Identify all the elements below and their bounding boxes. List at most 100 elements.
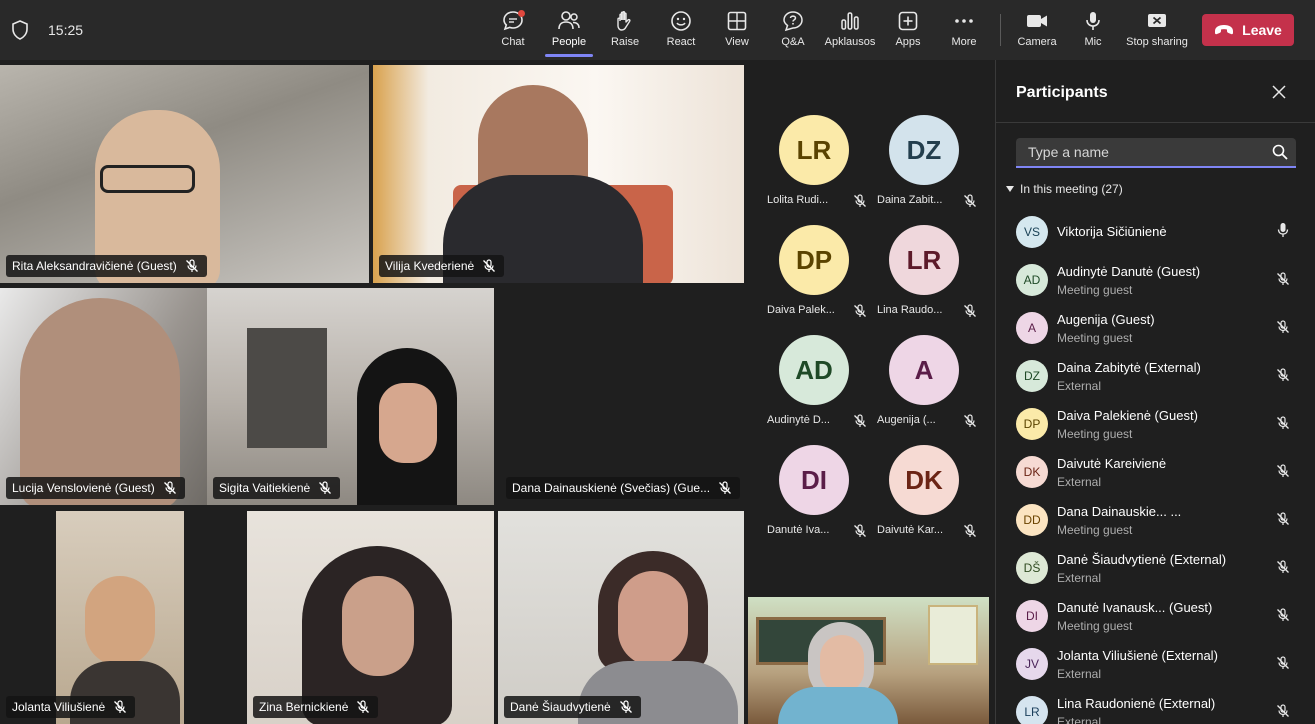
participant-name: Daina Zabit... bbox=[877, 194, 943, 206]
search-input[interactable] bbox=[1016, 138, 1266, 166]
participant-name: Daivutė Kareivienė bbox=[1057, 456, 1167, 471]
view-button[interactable]: View bbox=[709, 8, 765, 56]
participant-row[interactable]: DD Dana Dainauskie... ... Meeting guest bbox=[1016, 504, 1306, 550]
audio-participant-tile[interactable]: LR Lolita Rudi... bbox=[767, 115, 877, 225]
in-meeting-section-toggle[interactable]: In this meeting (27) bbox=[1006, 182, 1123, 196]
participant-role: Meeting guest bbox=[1057, 427, 1133, 441]
audio-participant-tile[interactable]: LR Lina Raudo... bbox=[877, 225, 987, 335]
video-tile-jolanta[interactable]: Jolanta Viliušienė bbox=[0, 511, 243, 724]
avatar: DŠ bbox=[1016, 552, 1048, 584]
mic-off-icon bbox=[1277, 512, 1289, 525]
participant-role: External bbox=[1057, 715, 1102, 724]
video-tile-vilija[interactable]: Vilija Kvederienė bbox=[373, 65, 744, 283]
mic-status bbox=[1276, 560, 1290, 579]
poll-icon bbox=[841, 12, 859, 30]
participant-name: Audinytė Danutė (Guest) bbox=[1057, 264, 1201, 279]
participant-name-tag: Lucija Venslovienė (Guest) bbox=[6, 477, 185, 499]
avatar: DZ bbox=[1016, 360, 1048, 392]
participant-row[interactable]: A Augenija (Guest) Meeting guest bbox=[1016, 312, 1306, 358]
participant-name-tag: Sigita Vaitiekienė bbox=[213, 477, 341, 499]
camera-button[interactable]: Camera bbox=[1009, 8, 1065, 56]
mic-off-icon bbox=[964, 194, 976, 207]
participant-name: Viktorija Sičiūnienė bbox=[1057, 224, 1167, 239]
participant-name-tag: Zina Bernickienė bbox=[253, 696, 379, 718]
chat-button[interactable]: Chat bbox=[485, 8, 541, 56]
participant-row[interactable]: DŠ Danė Šiaudvytienė (External) External bbox=[1016, 552, 1306, 598]
participant-role: Meeting guest bbox=[1057, 619, 1133, 633]
raise-hand-button[interactable]: Raise bbox=[597, 8, 653, 56]
meeting-toolbar: 15:25 Chat People Raise React View Q&A A… bbox=[0, 0, 1315, 60]
polls-button[interactable]: Apklausos bbox=[822, 8, 878, 56]
video-tile-sigita[interactable]: Sigita Vaitiekienė bbox=[207, 288, 494, 505]
mic-off-icon bbox=[1277, 560, 1289, 573]
video-tile-dane[interactable]: Danė Šiaudvytienė bbox=[498, 511, 744, 724]
mic-off-icon bbox=[619, 700, 632, 713]
participant-video-feed bbox=[342, 576, 414, 676]
avatar: DP bbox=[1016, 408, 1048, 440]
video-tile-rita[interactable]: Rita Aleksandravičienė (Guest) bbox=[0, 65, 369, 283]
participant-name: Lina Raudonienė (External) bbox=[1057, 696, 1216, 711]
participant-name: Lina Raudo... bbox=[877, 304, 943, 316]
avatar: DD bbox=[1016, 504, 1048, 536]
audio-participant-tile[interactable]: A Augenija (... bbox=[877, 335, 987, 445]
mic-button[interactable]: Mic bbox=[1065, 8, 1121, 56]
mic-status bbox=[1276, 368, 1290, 387]
mic-off-icon bbox=[1277, 416, 1289, 429]
shield-icon bbox=[12, 20, 28, 40]
participant-row[interactable]: DI Danutė Ivanausk... (Guest) Meeting gues… bbox=[1016, 600, 1306, 646]
avatar: DP bbox=[779, 225, 849, 295]
participant-name: Jolanta Viliušienė (External) bbox=[1057, 648, 1218, 663]
participant-name: Daiva Palekienė (Guest) bbox=[1057, 408, 1198, 423]
participant-row[interactable]: AD Audinytė Danutė (Guest) Meeting guest bbox=[1016, 264, 1306, 310]
react-label: React bbox=[666, 36, 696, 48]
participant-row[interactable]: LR Lina Raudonienė (External) External bbox=[1016, 696, 1306, 724]
participants-panel: Participants In this meeting (27) VS Vikt… bbox=[995, 60, 1315, 724]
react-button[interactable]: React bbox=[653, 8, 709, 56]
mic-off-icon bbox=[854, 414, 866, 427]
avatar: LR bbox=[889, 225, 959, 295]
stop-sharing-button[interactable]: Stop sharing bbox=[1122, 8, 1192, 56]
participant-row[interactable]: JV Jolanta Viliušienė (External) External bbox=[1016, 648, 1306, 694]
audio-participant-tile[interactable]: AD Audinytė D... bbox=[767, 335, 877, 445]
microphone-icon bbox=[1086, 12, 1100, 30]
mic-off-icon bbox=[1277, 608, 1289, 621]
more-button[interactable]: More bbox=[936, 8, 992, 56]
mic-off-icon bbox=[163, 481, 176, 494]
avatar: VS bbox=[1016, 216, 1048, 248]
add-apps-icon bbox=[898, 11, 918, 31]
mic-off-icon bbox=[964, 524, 976, 537]
search-icon[interactable] bbox=[1272, 144, 1288, 160]
participant-row[interactable]: DP Daiva Palekienė (Guest) Meeting guest bbox=[1016, 408, 1306, 454]
participant-name: Daina Zabitytė (External) bbox=[1057, 360, 1201, 375]
participant-row[interactable]: DK Daivutė Kareivienė External bbox=[1016, 456, 1306, 502]
close-icon[interactable] bbox=[1271, 84, 1287, 100]
participant-row[interactable]: VS Viktorija Sičiūnienė bbox=[1016, 216, 1306, 262]
camera-icon bbox=[1027, 15, 1047, 27]
leave-button[interactable]: Leave bbox=[1202, 14, 1294, 46]
qa-label: Q&A bbox=[781, 36, 805, 48]
background-shelf bbox=[247, 328, 327, 448]
section-label: In this meeting (27) bbox=[1020, 182, 1123, 196]
camera-label: Camera bbox=[1017, 36, 1057, 48]
video-tile-lucija[interactable]: Lucija Venslovienė (Guest) bbox=[0, 288, 207, 505]
apps-button[interactable]: Apps bbox=[880, 8, 936, 56]
participant-name-tag: Jolanta Viliušienė bbox=[6, 696, 136, 718]
audio-participant-tile[interactable]: DP Daiva Palek... bbox=[767, 225, 877, 335]
mic-off-icon bbox=[1277, 320, 1289, 333]
participant-role: External bbox=[1057, 667, 1102, 681]
audio-participant-tile[interactable]: DI Danutė Iva... bbox=[767, 445, 877, 555]
avatar: A bbox=[889, 335, 959, 405]
toolbar-divider bbox=[1000, 14, 1001, 46]
video-tile-zina[interactable]: Zina Bernickienė bbox=[247, 511, 494, 724]
people-button[interactable]: People bbox=[541, 8, 597, 57]
participant-name: Vilija Kvederienė bbox=[385, 259, 475, 273]
participant-name-tag: Danė Šiaudvytienė bbox=[504, 696, 641, 718]
qa-button[interactable]: Q&A bbox=[765, 8, 821, 56]
participant-name-tag: Rita Aleksandravičienė (Guest) bbox=[6, 255, 207, 277]
audio-participant-tile[interactable]: DZ Daina Zabit... bbox=[877, 115, 987, 225]
background-window bbox=[928, 605, 978, 665]
self-view-video[interactable] bbox=[748, 597, 989, 724]
video-tile-dana[interactable]: Dana Dainauskienė (Svečias) (Gue... bbox=[498, 288, 744, 505]
participant-row[interactable]: DZ Daina Zabitytė (External) External bbox=[1016, 360, 1306, 406]
audio-participant-tile[interactable]: DK Daivutė Kar... bbox=[877, 445, 987, 555]
